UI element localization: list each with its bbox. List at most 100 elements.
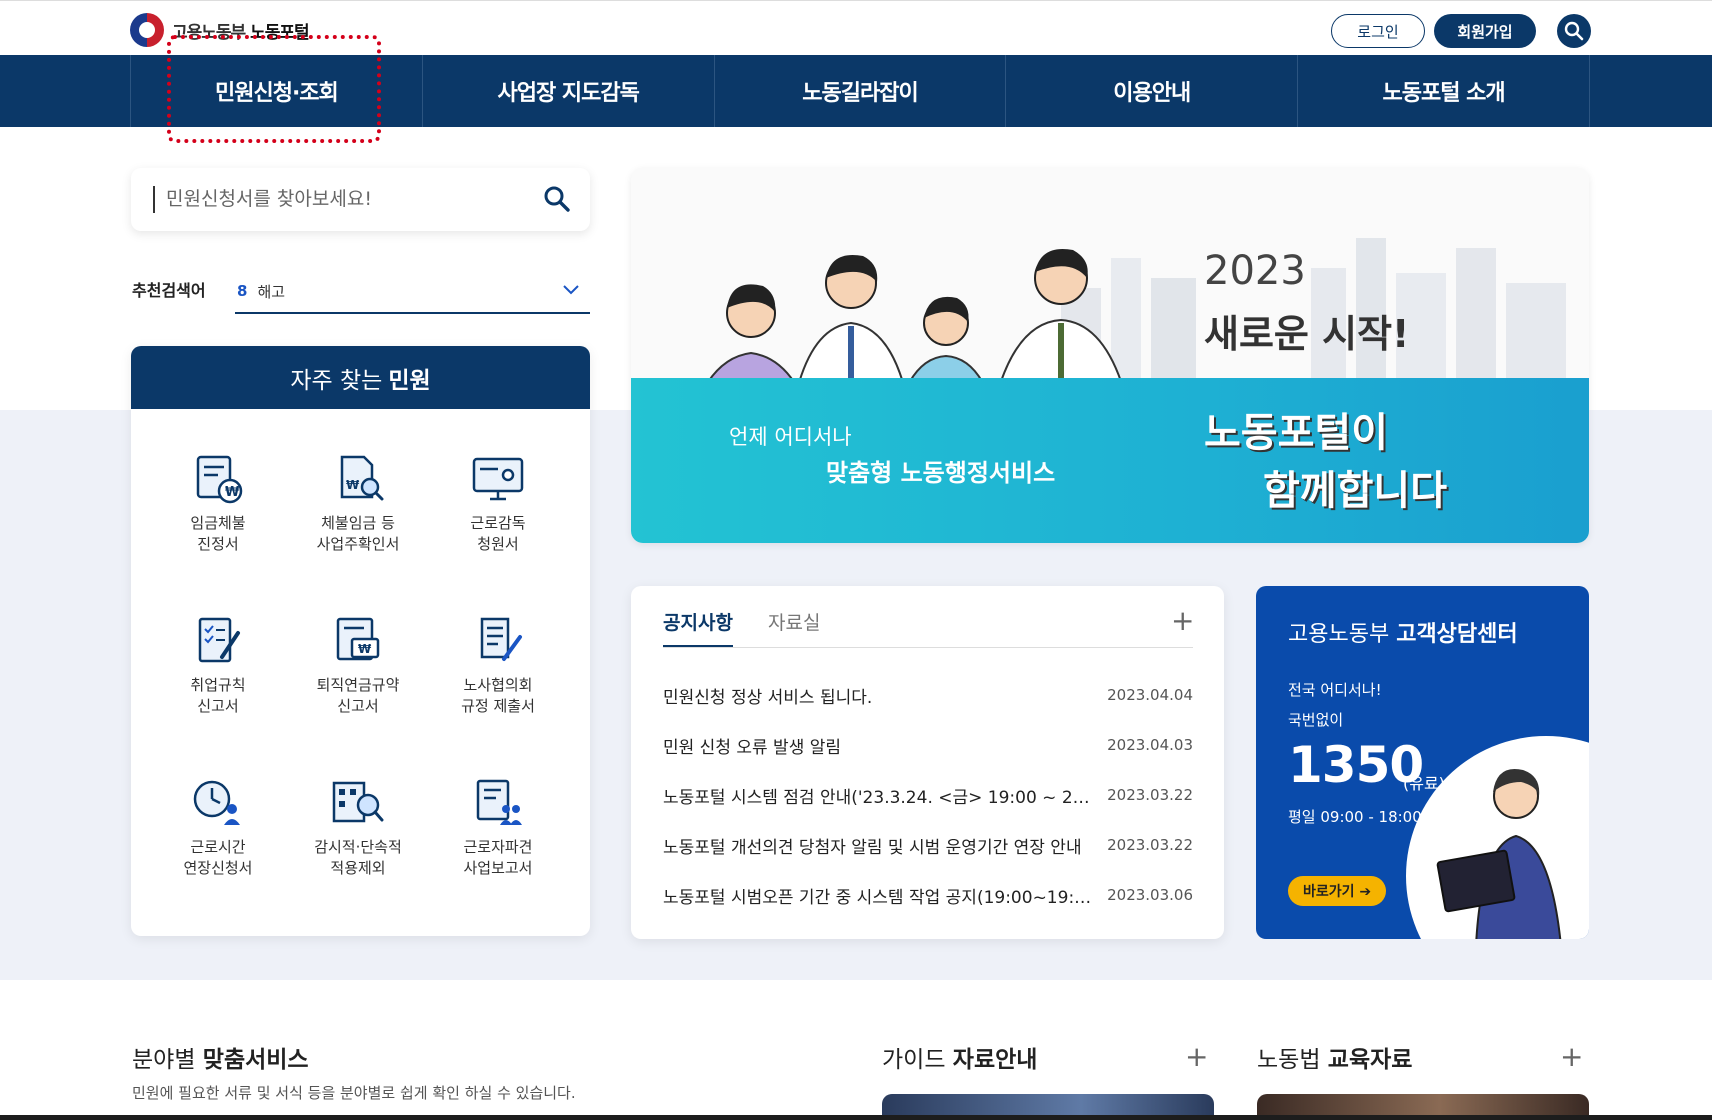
application-search-box [131, 168, 590, 231]
building-search-icon [332, 781, 384, 823]
top-search-button[interactable] [1557, 14, 1591, 48]
frequent-item-label: 감시적·단속적 적용제외 [314, 838, 402, 877]
recommend-label: 추천검색어 [132, 281, 206, 300]
notice-list: 민원신청 정상 서비스 됩니다. 2023.04.04 민원 신청 오류 발생 … [663, 670, 1193, 920]
call-center-title-prefix: 고용노동부 [1288, 622, 1390, 647]
field-title-bold: 맞춤서비스 [202, 1047, 309, 1073]
recommend-rank: 8 [237, 282, 248, 300]
pension-document-icon: ₩ [336, 617, 380, 661]
document-search-icon: ₩ [340, 455, 384, 501]
guide-title-bold: 자료안내 [952, 1047, 1038, 1073]
call-center-paid: (유료) [1403, 774, 1445, 793]
tab-notices[interactable]: 공지사항 [663, 608, 733, 648]
recommend-keyword: 해고 [257, 282, 286, 301]
edu-title-prefix: 노동법 [1257, 1047, 1321, 1073]
call-center-title: 고용노동부 고객상담센터 [1288, 616, 1518, 648]
notice-row[interactable]: 민원신청 정상 서비스 됩니다. 2023.04.04 [663, 670, 1193, 720]
wage-document-icon: ₩ [196, 455, 243, 504]
notice-divider [663, 647, 1193, 648]
frequent-item-surveillance-exemption[interactable]: 감시적·단속적 적용제외 [288, 775, 428, 879]
more-plus-icon[interactable]: + [1171, 604, 1194, 637]
tab-resources[interactable]: 자료실 [768, 608, 820, 635]
frequent-item-labor-council[interactable]: 노사협의회 규정 제출서 [428, 613, 568, 717]
notice-title[interactable]: 민원 신청 오류 발생 알림 [663, 733, 1093, 758]
search-icon [1564, 21, 1584, 41]
monitor-icon [472, 457, 524, 501]
frequent-item-label: 근로시간 연장신청서 [183, 838, 253, 877]
government-emblem-icon [130, 13, 164, 47]
nav-item-workplace-inspection[interactable]: 사업장 지도감독 [423, 55, 715, 127]
call-center-go-button[interactable]: 바로가기 ➔ [1288, 876, 1386, 906]
notice-title[interactable]: 노동포털 시스템 점검 안내('23.3.24. <금> 19:00 ~ 23:… [663, 783, 1093, 808]
edu-title-bold: 교육자료 [1327, 1047, 1413, 1073]
nav-item-labor-guide[interactable]: 노동길라잡이 [715, 55, 1007, 127]
svg-text:₩: ₩ [358, 642, 372, 656]
notice-row[interactable]: 노동포털 시범오픈 기간 중 시스템 작업 공지(19:00~19:30) 20… [663, 870, 1193, 920]
main-banner[interactable]: 2023 새로운 시작! 언제 어디서나 맞춤형 노동행정서비스 노동포털이 함… [631, 168, 1589, 543]
frequent-item-arrears-confirmation[interactable]: ₩ 체불임금 등 사업주확인서 [288, 451, 428, 555]
notice-date: 2023.04.03 [1107, 736, 1193, 754]
notice-row[interactable]: 노동포털 시스템 점검 안내('23.3.24. <금> 19:00 ~ 23:… [663, 770, 1193, 820]
banner-sub1: 언제 어디서나 [729, 425, 852, 449]
highlight-annotation [167, 35, 381, 143]
login-button[interactable]: 로그인 [1331, 14, 1425, 48]
frequent-item-employment-rules[interactable]: 취업규칙 신고서 [148, 613, 288, 717]
frequent-item-inspection-petition[interactable]: 근로감독 청원서 [428, 451, 568, 555]
frequent-title-prefix: 자주 찾는 [290, 367, 383, 394]
call-center-card: 고용노동부 고객상담센터 전국 어디서나! 국번없이 1350 (유료) 평일 … [1256, 586, 1589, 939]
notice-row[interactable]: 노동포털 개선의견 당첨자 알림 및 시범 운영기간 연장 안내 2023.03… [663, 820, 1193, 870]
field-service-subtitle: 민원에 필요한 서류 및 서식 등을 분야별로 쉽게 확인 하실 수 있습니다. [132, 1084, 576, 1102]
frequent-item-wage-arrears[interactable]: ₩ 임금체불 진정서 [148, 451, 288, 555]
search-cursor-line [153, 186, 155, 213]
frequent-item-label: 임금체불 진정서 [190, 514, 246, 553]
education-more-plus-icon[interactable]: + [1560, 1040, 1583, 1073]
svg-text:₩: ₩ [346, 478, 360, 492]
notice-title[interactable]: 노동포털 시범오픈 기간 중 시스템 작업 공지(19:00~19:30) [663, 883, 1093, 908]
banner-headline: 새로운 시작! [1204, 312, 1410, 356]
notice-date: 2023.04.04 [1107, 686, 1193, 704]
guide-title: 가이드 자료안내 [882, 1040, 1037, 1074]
banner-main1: 노동포털이 [1204, 410, 1388, 456]
call-center-hours: 평일 09:00 - 18:00 [1288, 808, 1422, 826]
frequent-item-dispatch-report[interactable]: 근로자파견 사업보고서 [428, 775, 568, 879]
frequent-title-bold: 민원 [388, 367, 431, 394]
frequent-title: 자주 찾는 민원 [131, 346, 590, 409]
frequent-item-label: 퇴직연금규약 신고서 [316, 676, 400, 715]
frequent-item-work-hours-extension[interactable]: 근로시간 연장신청서 [148, 775, 288, 879]
education-title: 노동법 교육자료 [1257, 1040, 1412, 1074]
banner-year: 2023 [1204, 248, 1306, 294]
frequent-item-label: 근로감독 청원서 [470, 514, 526, 553]
notice-date: 2023.03.06 [1107, 886, 1193, 904]
guide-title-prefix: 가이드 [882, 1047, 946, 1073]
call-center-title-bold: 고객상담센터 [1396, 622, 1518, 647]
frequent-grid: ₩ 임금체불 진정서 ₩ 체불임금 등 사업주확인서 근로감독 청원서 취업규칙… [148, 451, 568, 879]
notice-date: 2023.03.22 [1107, 836, 1193, 854]
frequent-item-label: 노사협의회 규정 제출서 [461, 676, 535, 715]
frequent-applications-card: 자주 찾는 민원 ₩ 임금체불 진정서 ₩ 체불임금 등 사업주확인서 근로감독… [131, 346, 590, 936]
frequent-item-pension-rules[interactable]: ₩ 퇴직연금규약 신고서 [288, 613, 428, 717]
notice-title[interactable]: 노동포털 개선의견 당첨자 알림 및 시범 운영기간 연장 안내 [663, 833, 1093, 858]
join-button[interactable]: 회원가입 [1434, 14, 1536, 48]
nav-item-portal-intro[interactable]: 노동포털 소개 [1298, 55, 1590, 127]
frequent-item-label: 체불임금 등 사업주확인서 [316, 514, 400, 553]
application-search-input[interactable] [166, 180, 526, 218]
field-service-title: 분야별 맞춤서비스 [132, 1040, 309, 1074]
recommend-keyword-select[interactable]: 8 해고 [235, 270, 590, 314]
people-document-icon [476, 779, 522, 825]
nav-item-usage-guide[interactable]: 이용안내 [1006, 55, 1299, 127]
guide-more-plus-icon[interactable]: + [1185, 1040, 1208, 1073]
notice-board: 공지사항 자료실 + 민원신청 정상 서비스 됩니다. 2023.04.04 민… [631, 586, 1224, 939]
scroll-pen-icon [480, 617, 522, 661]
svg-text:₩: ₩ [225, 485, 240, 500]
notice-title[interactable]: 민원신청 정상 서비스 됩니다. [663, 683, 1093, 708]
frequent-item-label: 근로자파견 사업보고서 [463, 838, 533, 877]
field-title-prefix: 분야별 [132, 1047, 196, 1073]
notice-row[interactable]: 민원 신청 오류 발생 알림 2023.04.03 [663, 720, 1193, 770]
search-icon[interactable] [543, 185, 571, 213]
clock-person-icon [193, 780, 240, 825]
chevron-down-icon [563, 285, 579, 295]
banner-sub2: 맞춤형 노동행정서비스 [826, 459, 1056, 487]
consultant-illustration [1436, 768, 1562, 939]
call-center-line1: 전국 어디서나! [1288, 681, 1382, 699]
banner-main2: 함께합니다 [1263, 468, 1447, 514]
